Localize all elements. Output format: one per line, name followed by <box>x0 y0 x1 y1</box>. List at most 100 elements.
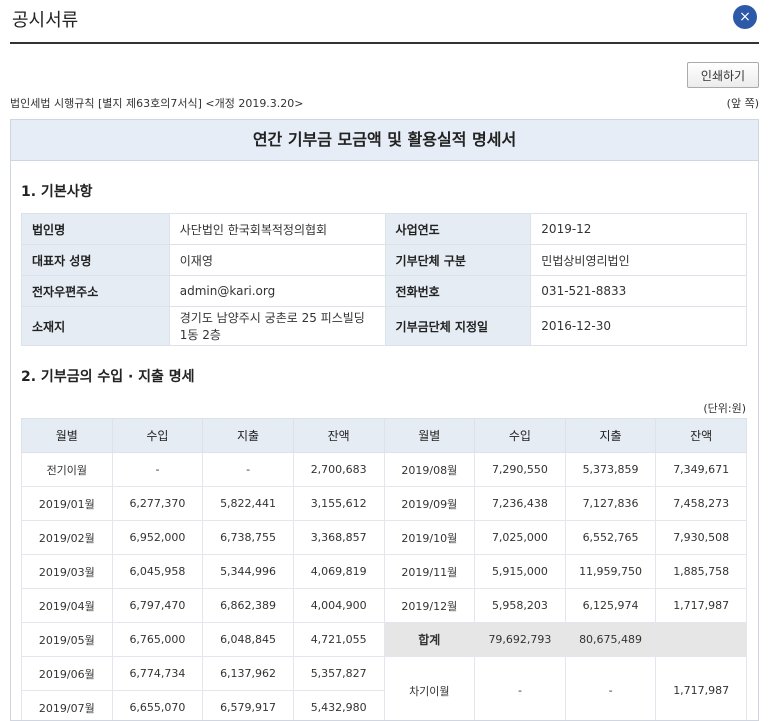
table-cell: 6,277,370 <box>112 487 203 521</box>
info-value: 031-521-8833 <box>531 276 747 307</box>
info-value: 이재영 <box>169 245 385 276</box>
close-icon[interactable]: × <box>733 5 757 29</box>
table-cell: 7,930,508 <box>656 521 747 555</box>
table-cell: 2019/04월 <box>22 589 113 623</box>
table-cell: 2019/07월 <box>22 691 113 721</box>
table-cell: - <box>112 453 203 487</box>
carryover-expense: - <box>565 657 656 721</box>
total-expense: 80,675,489 <box>565 623 656 657</box>
table-cell: 5,915,000 <box>475 555 566 589</box>
carryover-income: - <box>475 657 566 721</box>
column-header: 수입 <box>475 419 566 453</box>
info-label: 사업연도 <box>385 214 531 245</box>
info-label: 전화번호 <box>385 276 531 307</box>
table-cell: 6,579,917 <box>203 691 294 721</box>
table-cell: 2019/01월 <box>22 487 113 521</box>
table-cell: 4,004,900 <box>293 589 384 623</box>
table-cell: 4,069,819 <box>293 555 384 589</box>
table-row: 2019/03월6,045,9585,344,9964,069,8192019/… <box>22 555 747 589</box>
finance-table: 월별 수입 지출 잔액 월별 수입 지출 잔액 전기이월--2,700,6832… <box>21 418 747 721</box>
table-cell: 2019/12월 <box>384 589 475 623</box>
table-cell: 1,885,758 <box>656 555 747 589</box>
column-header: 지출 <box>203 419 294 453</box>
document-box: 연간 기부금 모금액 및 활용실적 명세서 1. 기본사항 법인명 사단법인 한… <box>10 119 759 721</box>
table-cell: 11,959,750 <box>565 555 656 589</box>
print-toolbar: 인쇄하기 <box>10 62 759 92</box>
info-label: 대표자 성명 <box>22 245 170 276</box>
column-header: 수입 <box>112 419 203 453</box>
dialog-title: 공시서류 <box>12 6 78 32</box>
total-label: 합계 <box>384 623 475 657</box>
table-cell: 6,738,755 <box>203 521 294 555</box>
info-value: 2019-12 <box>531 214 747 245</box>
table-row: 2019/02월6,952,0006,738,7553,368,8572019/… <box>22 521 747 555</box>
table-cell: 2019/02월 <box>22 521 113 555</box>
table-header-row: 월별 수입 지출 잔액 월별 수입 지출 잔액 <box>22 419 747 453</box>
document-title: 연간 기부금 모금액 및 활용실적 명세서 <box>11 120 758 161</box>
table-cell: 6,125,974 <box>565 589 656 623</box>
total-income: 79,692,793 <box>475 623 566 657</box>
carryover-label: 차기이월 <box>384 657 475 721</box>
table-row: 2019/04월6,797,4706,862,3894,004,9002019/… <box>22 589 747 623</box>
table-cell: 6,045,958 <box>112 555 203 589</box>
column-header: 지출 <box>565 419 656 453</box>
table-cell: 6,137,962 <box>203 657 294 691</box>
table-cell: 7,236,438 <box>475 487 566 521</box>
info-value: 2016-12-30 <box>531 307 747 346</box>
table-cell: 6,774,734 <box>112 657 203 691</box>
table-cell: 2,700,683 <box>293 453 384 487</box>
table-cell: 3,368,857 <box>293 521 384 555</box>
print-button[interactable]: 인쇄하기 <box>687 62 759 88</box>
unit-label: (단위:원) <box>11 400 746 414</box>
table-cell: - <box>203 453 294 487</box>
info-label: 기부금단체 지정일 <box>385 307 531 346</box>
table-row: 2019/01월6,277,3705,822,4413,155,6122019/… <box>22 487 747 521</box>
table-cell: 5,357,827 <box>293 657 384 691</box>
table-cell: 7,025,000 <box>475 521 566 555</box>
table-cell: 2019/05월 <box>22 623 113 657</box>
info-label: 전자우편주소 <box>22 276 170 307</box>
table-cell: 4,721,055 <box>293 623 384 657</box>
carryover-balance: 1,717,987 <box>656 657 747 721</box>
section-finance-title: 2. 기부금의 수입 · 지출 명세 <box>21 366 758 386</box>
column-header: 잔액 <box>656 419 747 453</box>
law-reference-row: 법인세법 시행규칙 [별지 제63호의7서식] <개정 2019.3.20> (… <box>10 94 759 114</box>
basic-info-table: 법인명 사단법인 한국회복적정의협회 사업연도 2019-12 대표자 성명 이… <box>21 213 747 346</box>
table-cell: 5,432,980 <box>293 691 384 721</box>
table-cell: 5,344,996 <box>203 555 294 589</box>
table-cell: 6,048,845 <box>203 623 294 657</box>
info-label: 기부단체 구분 <box>385 245 531 276</box>
table-cell: 2019/11월 <box>384 555 475 589</box>
table-row: 전기이월--2,700,6832019/08월7,290,5505,373,85… <box>22 453 747 487</box>
info-value: 경기도 남양주시 궁촌로 25 피스빌딩 1동 2층 <box>169 307 385 346</box>
table-row: 2019/06월6,774,7346,137,9625,357,827차기이월-… <box>22 657 747 691</box>
table-cell: 2019/09월 <box>384 487 475 521</box>
dialog-header: 공시서류 × <box>10 0 759 44</box>
table-cell: 6,552,765 <box>565 521 656 555</box>
column-header: 월별 <box>384 419 475 453</box>
info-value: 민법상비영리법인 <box>531 245 747 276</box>
info-value: 사단법인 한국회복적정의협회 <box>169 214 385 245</box>
table-row: 소재지 경기도 남양주시 궁촌로 25 피스빌딩 1동 2층 기부금단체 지정일… <box>22 307 747 346</box>
table-row: 전자우편주소 admin@kari.org 전화번호 031-521-8833 <box>22 276 747 307</box>
table-row: 2019/05월6,765,0006,048,8454,721,055합계79,… <box>22 623 747 657</box>
table-cell: 7,458,273 <box>656 487 747 521</box>
info-value: admin@kari.org <box>169 276 385 307</box>
info-label: 법인명 <box>22 214 170 245</box>
page-side-label: (앞 쪽) <box>727 95 759 111</box>
table-cell: 1,717,987 <box>656 589 747 623</box>
table-row: 법인명 사단법인 한국회복적정의협회 사업연도 2019-12 <box>22 214 747 245</box>
table-cell: 6,952,000 <box>112 521 203 555</box>
table-cell: 7,349,671 <box>656 453 747 487</box>
table-cell: 5,822,441 <box>203 487 294 521</box>
table-cell: 6,797,470 <box>112 589 203 623</box>
table-cell: 6,765,000 <box>112 623 203 657</box>
table-cell: 7,290,550 <box>475 453 566 487</box>
table-cell: 2019/06월 <box>22 657 113 691</box>
table-cell: 7,127,836 <box>565 487 656 521</box>
law-reference: 법인세법 시행규칙 [별지 제63호의7서식] <개정 2019.3.20> <box>10 95 304 111</box>
column-header: 잔액 <box>293 419 384 453</box>
table-cell: 6,655,070 <box>112 691 203 721</box>
table-cell: 5,958,203 <box>475 589 566 623</box>
table-cell: 3,155,612 <box>293 487 384 521</box>
